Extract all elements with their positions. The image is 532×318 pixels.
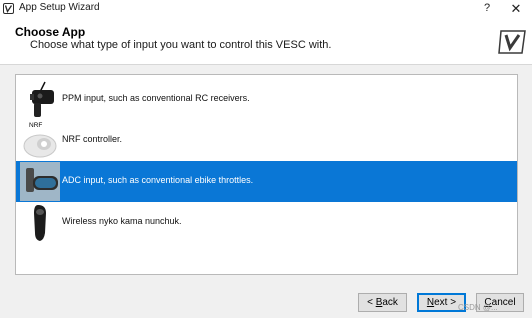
- list-item-label: ADC input, such as conventional ebike th…: [62, 175, 254, 185]
- page-title: Choose App: [15, 25, 86, 39]
- vesc-logo-icon: [498, 30, 526, 54]
- list-item-adc[interactable]: ADC input, such as conventional ebike th…: [16, 161, 517, 202]
- title-bar: App Setup Wizard ? ✕: [0, 0, 532, 17]
- app-list[interactable]: PPM input, such as conventional RC recei…: [15, 74, 518, 275]
- list-item-nrf[interactable]: NRF NRF controller.: [16, 120, 517, 161]
- list-item-nunchuk[interactable]: Wireless nyko kama nunchuk.: [16, 202, 517, 243]
- list-item-label: NRF controller.: [62, 134, 123, 144]
- list-item-ppm[interactable]: PPM input, such as conventional RC recei…: [16, 79, 517, 120]
- wizard-header: Choose App Choose what type of input you…: [0, 17, 532, 65]
- rc-transmitter-icon: [30, 81, 54, 117]
- list-item-label: PPM input, such as conventional RC recei…: [62, 93, 250, 103]
- ebike-throttle-icon: [20, 162, 60, 201]
- app-logo-icon: [3, 3, 14, 14]
- close-button[interactable]: ✕: [505, 1, 527, 16]
- help-button[interactable]: ?: [476, 1, 498, 16]
- nunchuk-icon: [34, 205, 46, 241]
- back-button[interactable]: < Back: [358, 293, 407, 312]
- page-subtitle: Choose what type of input you want to co…: [30, 39, 332, 51]
- nrf-remote-icon: [23, 134, 57, 158]
- window-title: App Setup Wizard: [19, 2, 100, 13]
- list-item-label: Wireless nyko kama nunchuk.: [62, 216, 182, 226]
- watermark: CSDN @...: [458, 303, 498, 312]
